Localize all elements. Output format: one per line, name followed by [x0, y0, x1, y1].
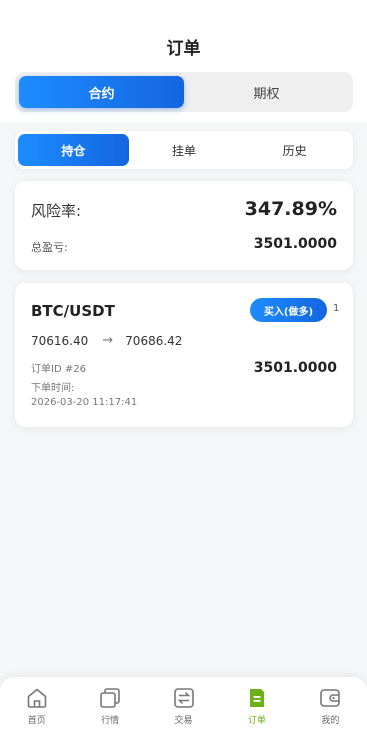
- order-card[interactable]: BTC/USDT 买入(做多) 1 70616.40 → 70686.42 订单…: [15, 283, 353, 427]
- price-row: 70616.40 → 70686.42: [31, 333, 182, 348]
- order-icon: [249, 689, 264, 707]
- open-price: 70616.40: [31, 333, 89, 348]
- leverage: 1: [333, 303, 340, 314]
- page-title: 订单: [166, 39, 201, 59]
- tabbar-exchange[interactable]: 交易: [147, 677, 220, 731]
- pnl-label: 总盈亏:: [31, 241, 68, 254]
- market-icon: [100, 688, 120, 708]
- order-time: 2026-03-20 11:17:41: [31, 397, 138, 408]
- order-amount: 3501.0000: [253, 360, 337, 376]
- main-tabs: 合约 期权: [15, 72, 353, 112]
- tabbar-mine[interactable]: 我的: [294, 677, 367, 731]
- side-badge-button[interactable]: 买入(做多): [250, 298, 327, 322]
- sub-tabs: 持仓 挂单 历史: [15, 131, 353, 169]
- tabbar-label: 订单: [247, 716, 266, 726]
- tabbar-label: 交易: [174, 716, 193, 726]
- tab-pending-orders[interactable]: 挂单: [129, 134, 240, 166]
- tab-positions[interactable]: 持仓: [18, 134, 129, 166]
- tab-options[interactable]: 期权: [184, 76, 349, 108]
- exchange-icon: [173, 688, 194, 708]
- order-time-label: 下单时间:: [31, 383, 75, 394]
- bottom-tabbar: 首页 行情 交易 订单 我的: [0, 677, 367, 731]
- tabbar-market[interactable]: 行情: [73, 677, 146, 731]
- summary-card: 风险率: 347.89% 总盈亏: 3501.0000: [15, 181, 353, 270]
- tabbar-home[interactable]: 首页: [0, 677, 73, 731]
- order-id: 订单ID #26: [31, 364, 86, 375]
- tabbar-label: 行情: [101, 716, 120, 726]
- arrow-right-icon: →: [102, 333, 114, 348]
- tabbar-label: 首页: [27, 716, 46, 726]
- trading-pair: BTC/USDT: [31, 302, 115, 320]
- risk-value: 347.89%: [244, 198, 337, 220]
- risk-label: 风险率:: [31, 202, 82, 220]
- home-icon: [27, 688, 47, 708]
- tab-history[interactable]: 历史: [239, 134, 350, 166]
- wallet-icon: [320, 689, 341, 707]
- current-price: 70686.42: [125, 333, 183, 348]
- pnl-value: 3501.0000: [253, 236, 337, 252]
- tabbar-orders[interactable]: 订单: [220, 677, 293, 731]
- tab-contract[interactable]: 合约: [19, 76, 184, 108]
- tabbar-label: 我的: [321, 716, 340, 726]
